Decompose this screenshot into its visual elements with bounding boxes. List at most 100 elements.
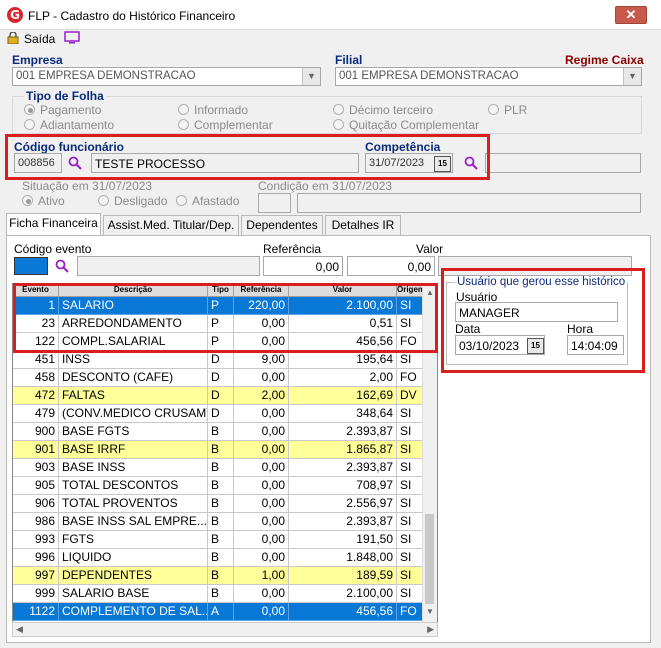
search-icon[interactable] bbox=[55, 259, 69, 273]
table-cell-origem: SI bbox=[397, 585, 424, 603]
scroll-down-icon[interactable]: ▼ bbox=[426, 607, 434, 616]
radio-pagamento[interactable] bbox=[24, 104, 35, 115]
valor-value: 0,00 bbox=[407, 260, 431, 274]
table-cell-tipo: B bbox=[208, 441, 234, 459]
table-cell-referencia: 0,00 bbox=[234, 513, 289, 531]
codigo-evento-field[interactable] bbox=[14, 257, 48, 275]
table-cell-descricao: LIQUIDO bbox=[59, 549, 208, 567]
annotation-highlight-usuario bbox=[441, 268, 645, 373]
table-cell-evento: 451 bbox=[13, 351, 59, 369]
condicao-label: Condição em 31/07/2023 bbox=[258, 179, 393, 193]
monitor-icon[interactable] bbox=[64, 31, 80, 44]
table-row[interactable]: 993 FGTS B 0,00 191,50 SI bbox=[13, 531, 424, 549]
lock-icon[interactable] bbox=[7, 32, 19, 44]
radio-ativo-label: Ativo bbox=[38, 194, 65, 208]
table-cell-evento: 905 bbox=[13, 477, 59, 495]
scroll-left-icon[interactable]: ◀ bbox=[16, 624, 23, 635]
filial-value: 001 EMPRESA DEMONSTRACAO bbox=[339, 70, 519, 82]
condicao-desc-field bbox=[297, 193, 641, 213]
table-cell-valor: 348,64 bbox=[289, 405, 397, 423]
table-cell-origem: SI bbox=[397, 567, 424, 585]
table-row[interactable]: 905 TOTAL DESCONTOS B 0,00 708,97 SI bbox=[13, 477, 424, 495]
tab-detalhes-ir[interactable]: Detalhes IR bbox=[325, 215, 401, 235]
table-row[interactable]: 451 INSS D 9,00 195,64 SI bbox=[13, 351, 424, 369]
table-cell-tipo: B bbox=[208, 513, 234, 531]
table-cell-tipo: B bbox=[208, 531, 234, 549]
empresa-value: 001 EMPRESA DEMONSTRACAO bbox=[16, 70, 196, 82]
radio-plr[interactable] bbox=[488, 104, 499, 115]
valor-input[interactable]: 0,00 bbox=[347, 256, 435, 276]
radio-desligado[interactable] bbox=[98, 195, 109, 206]
table-cell-valor: 456,56 bbox=[289, 603, 397, 621]
radio-adiantamento[interactable] bbox=[24, 119, 35, 130]
radio-desligado-label: Desligado bbox=[114, 194, 168, 208]
saida-button[interactable]: Saída bbox=[24, 32, 55, 46]
chevron-down-icon[interactable]: ▼ bbox=[302, 68, 320, 85]
table-row[interactable]: 996 LIQUIDO B 0,00 1.848,00 SI bbox=[13, 549, 424, 567]
table-cell-valor: 195,64 bbox=[289, 351, 397, 369]
empresa-select[interactable]: 001 EMPRESA DEMONSTRACAO ▼ bbox=[12, 67, 321, 86]
table-cell-evento: 993 bbox=[13, 531, 59, 549]
table-cell-referencia: 0,00 bbox=[234, 441, 289, 459]
app-logo-icon: G bbox=[7, 7, 23, 23]
table-cell-descricao: BASE INSS SAL EMPRE... bbox=[59, 513, 208, 531]
radio-decimo-terceiro[interactable] bbox=[333, 104, 344, 115]
radio-informado[interactable] bbox=[178, 104, 189, 115]
tipo-folha-label: Tipo de Folha bbox=[24, 89, 106, 103]
grid-horizontal-scrollbar[interactable]: ◀ ▶ bbox=[12, 622, 438, 637]
scroll-thumb[interactable] bbox=[425, 514, 434, 604]
table-cell-valor: 1.848,00 bbox=[289, 549, 397, 567]
table-cell-tipo: B bbox=[208, 567, 234, 585]
filial-label: Filial bbox=[335, 53, 363, 67]
radio-quitacao-complementar-label: Quitação Complementar bbox=[349, 118, 480, 132]
table-row[interactable]: 479 (CONV.MEDICO CRUSAM) D 0,00 348,64 SI bbox=[13, 405, 424, 423]
table-cell-valor: 2.556,97 bbox=[289, 495, 397, 513]
table-cell-origem: SI bbox=[397, 495, 424, 513]
table-cell-tipo: B bbox=[208, 477, 234, 495]
radio-afastado-label: Afastado bbox=[192, 194, 240, 208]
table-row[interactable]: 903 BASE INSS B 0,00 2.393,87 SI bbox=[13, 459, 424, 477]
title-bar: G FLP - Cadastro do Histórico Financeiro… bbox=[0, 0, 661, 30]
tab-ficha-financeira[interactable]: Ficha Financeira bbox=[6, 213, 101, 235]
table-cell-descricao: FALTAS bbox=[59, 387, 208, 405]
tab-assist-med[interactable]: Assist.Med. Titular/Dep. bbox=[103, 215, 239, 235]
table-row[interactable]: 997 DEPENDENTES B 1,00 189,59 SI bbox=[13, 567, 424, 585]
close-button[interactable]: ✕ bbox=[615, 6, 647, 24]
table-cell-referencia: 0,00 bbox=[234, 405, 289, 423]
table-cell-descricao: SALARIO BASE bbox=[59, 585, 208, 603]
table-cell-valor: 191,50 bbox=[289, 531, 397, 549]
table-row[interactable]: 906 TOTAL PROVENTOS B 0,00 2.556,97 SI bbox=[13, 495, 424, 513]
table-cell-referencia: 0,00 bbox=[234, 531, 289, 549]
table-cell-tipo: D bbox=[208, 405, 234, 423]
chevron-down-icon[interactable]: ▼ bbox=[623, 68, 641, 85]
table-row[interactable]: 986 BASE INSS SAL EMPRE... B 0,00 2.393,87 SI bbox=[13, 513, 424, 531]
regime-caixa-label: Regime Caixa bbox=[565, 53, 644, 67]
radio-afastado[interactable] bbox=[176, 195, 187, 206]
table-cell-descricao: TOTAL PROVENTOS bbox=[59, 495, 208, 513]
table-row[interactable]: 900 BASE FGTS B 0,00 2.393,87 SI bbox=[13, 423, 424, 441]
table-row[interactable]: 1122 COMPLEMENTO DE SAL... A 0,00 456,56 FO bbox=[13, 603, 424, 621]
table-cell-valor: 2.393,87 bbox=[289, 513, 397, 531]
table-row[interactable]: 999 SALARIO BASE B 0,00 2.100,00 SI bbox=[13, 585, 424, 603]
table-row[interactable]: 901 BASE IRRF B 0,00 1.865,87 SI bbox=[13, 441, 424, 459]
table-cell-origem: SI bbox=[397, 441, 424, 459]
radio-quitacao-complementar[interactable] bbox=[333, 119, 344, 130]
radio-complementar[interactable] bbox=[178, 119, 189, 130]
table-cell-origem: FO bbox=[397, 603, 424, 621]
table-cell-descricao: COMPLEMENTO DE SAL... bbox=[59, 603, 208, 621]
table-cell-referencia: 0,00 bbox=[234, 549, 289, 567]
table-row[interactable]: 472 FALTAS D 2,00 162,69 DV bbox=[13, 387, 424, 405]
radio-ativo[interactable] bbox=[22, 195, 33, 206]
table-cell-valor: 2.100,00 bbox=[289, 585, 397, 603]
referencia-input[interactable]: 0,00 bbox=[263, 256, 343, 276]
table-cell-tipo: B bbox=[208, 423, 234, 441]
table-cell-descricao: BASE IRRF bbox=[59, 441, 208, 459]
filial-select[interactable]: 001 EMPRESA DEMONSTRACAO ▼ bbox=[335, 67, 642, 86]
table-cell-referencia: 0,00 bbox=[234, 459, 289, 477]
table-row[interactable]: 458 DESCONTO (CAFE) D 0,00 2,00 FO bbox=[13, 369, 424, 387]
window-title: FLP - Cadastro do Histórico Financeiro bbox=[28, 9, 236, 23]
scroll-right-icon[interactable]: ▶ bbox=[427, 624, 434, 635]
table-cell-tipo: B bbox=[208, 459, 234, 477]
tab-dependentes[interactable]: Dependentes bbox=[241, 215, 323, 235]
annotation-highlight-rows bbox=[13, 283, 438, 353]
